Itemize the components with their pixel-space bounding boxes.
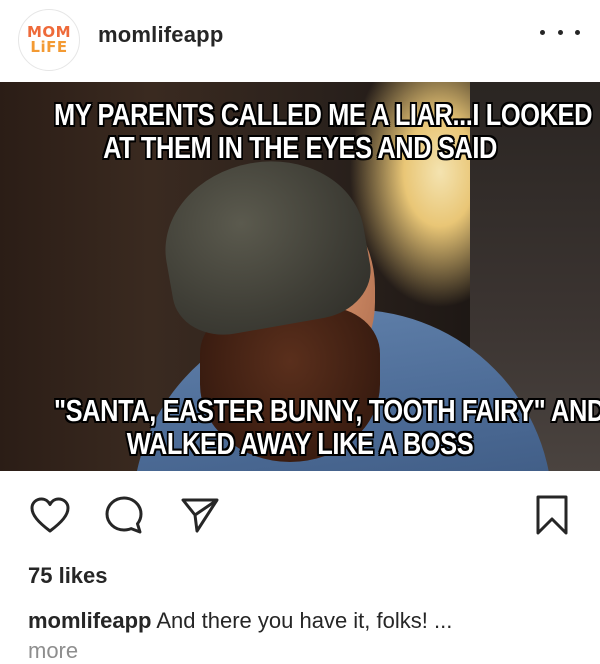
heart-icon[interactable] xyxy=(26,491,74,539)
more-options-icon[interactable] xyxy=(540,20,580,44)
more-link[interactable]: more xyxy=(28,636,78,664)
caption-text: And there you have it, folks! ... xyxy=(156,608,453,633)
dot xyxy=(557,29,563,35)
bookmark-icon[interactable] xyxy=(528,491,576,539)
meme-caption-line: "SANTA, EASTER BUNNY, TOOTH FAIRY" AND xyxy=(54,393,600,428)
post-caption: momlifeapp And there you have it, folks!… xyxy=(28,606,578,636)
meme-caption-line: MY PARENTS CALLED ME A LIAR...I LOOKED xyxy=(54,97,593,132)
caption-username[interactable]: momlifeapp xyxy=(28,608,151,633)
dot xyxy=(575,29,580,35)
dot xyxy=(540,29,545,35)
avatar-logo-line2: LiFE xyxy=(30,38,68,56)
post-username[interactable]: momlifeapp xyxy=(98,22,223,48)
avatar[interactable]: MOM LiFE xyxy=(18,9,80,71)
post-actions xyxy=(0,471,600,559)
post-image[interactable]: MY PARENTS CALLED ME A LIAR...I LOOKED A… xyxy=(0,82,600,471)
send-icon[interactable] xyxy=(176,491,224,539)
meme-caption-line: WALKED AWAY LIKE A BOSS xyxy=(126,426,474,461)
comment-icon[interactable] xyxy=(100,491,148,539)
meme-caption-line: AT THEM IN THE EYES AND SAID xyxy=(103,130,497,165)
meme-caption-bottom: "SANTA, EASTER BUNNY, TOOTH FAIRY" AND W… xyxy=(54,393,600,461)
likes-count[interactable]: 75 likes xyxy=(28,563,108,589)
post-header: MOM LiFE momlifeapp xyxy=(0,0,600,82)
meme-caption-top: MY PARENTS CALLED ME A LIAR...I LOOKED A… xyxy=(54,97,593,165)
